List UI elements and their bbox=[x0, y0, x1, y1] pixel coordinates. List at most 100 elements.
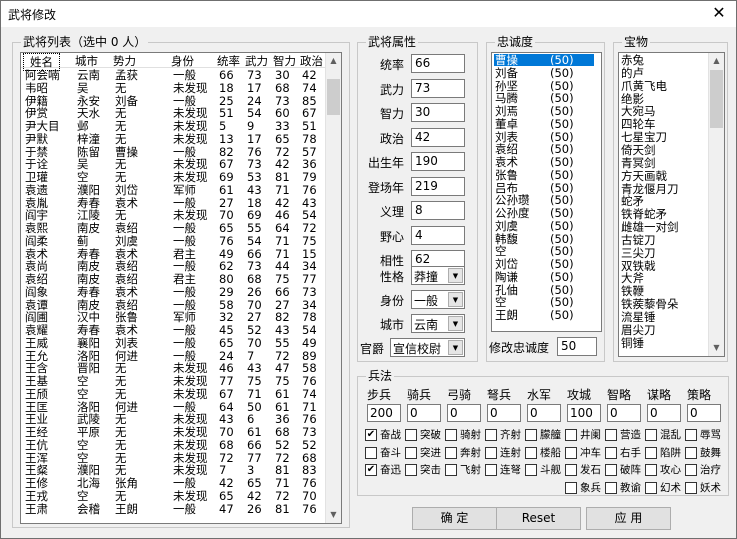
attribute-input[interactable]: 73 bbox=[411, 78, 465, 98]
ok-button[interactable]: 确 定 bbox=[412, 507, 497, 530]
treasure-item[interactable]: 雌雄一对剑 bbox=[621, 221, 679, 233]
treasure-list[interactable]: 赤兔 的卢 爪黄飞电 绝影 大宛马 四轮车 七星宝刀 倚天剑 青冥剑 方天画戟 青龙偃月刀 蛇矛 铁脊蛇… bbox=[618, 52, 725, 357]
loyalty-item[interactable]: 刘表 (50) bbox=[494, 131, 594, 143]
column-header[interactable]: 城市 bbox=[75, 53, 98, 69]
checkbox-box[interactable] bbox=[565, 429, 577, 441]
scroll-down-icon[interactable]: ▼ bbox=[709, 340, 724, 356]
checkbox-box[interactable]: ✔ bbox=[365, 464, 377, 476]
checkbox-box[interactable] bbox=[565, 464, 577, 476]
treasure-item[interactable]: 铁蒺藜骨朵 bbox=[621, 298, 679, 310]
apply-button[interactable]: 应 用 bbox=[586, 507, 671, 530]
troop-input[interactable]: 0 bbox=[687, 404, 721, 422]
loyalty-item[interactable]: 刘备 (50) bbox=[494, 67, 594, 79]
treasure-item[interactable]: 七星宝刀 bbox=[621, 131, 667, 143]
checkbox-box[interactable] bbox=[445, 446, 457, 459]
treasure-item[interactable]: 赤兔 bbox=[621, 54, 644, 66]
chevron-down-icon[interactable]: ▼ bbox=[448, 340, 463, 355]
loyalty-item[interactable]: 吕布 (50) bbox=[494, 182, 594, 194]
treasure-item[interactable]: 青龙偃月刀 bbox=[621, 183, 679, 195]
checkbox-box[interactable] bbox=[445, 464, 457, 476]
attribute-input[interactable]: 66 bbox=[411, 54, 465, 73]
checkbox-box[interactable] bbox=[485, 429, 497, 441]
treasure-item[interactable]: 双铁戟 bbox=[621, 260, 656, 272]
loyalty-item[interactable]: 公孙度 (50) bbox=[494, 207, 594, 219]
column-header[interactable]: 武力 bbox=[245, 53, 268, 69]
chevron-down-icon[interactable]: ▼ bbox=[448, 292, 463, 307]
loyalty-item[interactable]: 王朗 (50) bbox=[494, 309, 594, 321]
attribute-input[interactable]: 42 bbox=[411, 127, 465, 147]
treasure-item[interactable]: 方天画戟 bbox=[621, 170, 667, 182]
treasure-item[interactable]: 铁脊蛇矛 bbox=[621, 208, 667, 220]
checkbox-box[interactable]: ✔ bbox=[365, 429, 377, 441]
troop-input[interactable]: 100 bbox=[567, 404, 601, 422]
checkbox-box[interactable] bbox=[605, 481, 617, 494]
treasure-item[interactable]: 铜锤 bbox=[621, 337, 644, 349]
loyalty-item[interactable]: 董卓 (50) bbox=[494, 118, 594, 130]
treasure-item[interactable]: 铁鞭 bbox=[621, 285, 644, 297]
loyalty-item[interactable]: 曹操 (50) bbox=[494, 54, 594, 66]
checkbox-box[interactable] bbox=[645, 464, 657, 476]
modify-loyalty-input[interactable]: 50 bbox=[557, 337, 597, 356]
scroll-thumb[interactable] bbox=[710, 70, 723, 128]
attribute-input[interactable]: 190 bbox=[411, 152, 465, 171]
treasure-item[interactable]: 大斧 bbox=[621, 272, 644, 285]
troop-input[interactable]: 0 bbox=[647, 404, 681, 422]
checkbox-box[interactable] bbox=[485, 464, 497, 476]
general-list-scrollbar[interactable]: ▲ ▼ bbox=[325, 53, 341, 523]
treasure-item[interactable]: 的卢 bbox=[621, 67, 644, 79]
checkbox-box[interactable] bbox=[645, 446, 657, 459]
checkbox-box[interactable] bbox=[405, 429, 417, 441]
loyalty-item[interactable]: 陶谦 (50) bbox=[494, 271, 594, 283]
troop-input[interactable]: 0 bbox=[607, 404, 641, 422]
treasure-item[interactable]: 青冥剑 bbox=[621, 157, 656, 169]
checkbox-box[interactable] bbox=[405, 446, 417, 459]
treasure-item[interactable]: 三尖刀 bbox=[621, 247, 656, 259]
loyalty-item[interactable]: 马腾 (50) bbox=[494, 92, 594, 104]
checkbox-box[interactable] bbox=[525, 446, 537, 459]
loyalty-item[interactable]: 空 (50) bbox=[494, 296, 594, 308]
checkbox-box[interactable] bbox=[485, 446, 497, 459]
treasure-item[interactable]: 绝影 bbox=[621, 93, 644, 105]
checkbox-box[interactable] bbox=[445, 429, 457, 441]
attribute-input[interactable]: 4 bbox=[411, 225, 465, 245]
checkbox-box[interactable] bbox=[605, 429, 617, 441]
treasure-item[interactable]: 大宛马 bbox=[621, 105, 656, 117]
general-list[interactable]: 姓名 城市 势力 身份 统率 武力 智力 政治 阿会喃 云南 孟获 一般 66 73 30 42 韦昭吴无未发… bbox=[20, 52, 342, 524]
checkbox-box[interactable] bbox=[685, 429, 697, 441]
troop-input[interactable]: 0 bbox=[487, 404, 521, 422]
loyalty-item[interactable]: 孔伷 (50) bbox=[494, 284, 594, 296]
treasure-item[interactable]: 流星锤 bbox=[621, 311, 656, 323]
scroll-up-icon[interactable]: ▲ bbox=[709, 53, 724, 69]
loyalty-item[interactable]: 袁术 (50) bbox=[494, 156, 594, 168]
checkbox-box[interactable] bbox=[605, 464, 617, 476]
treasure-item[interactable]: 四轮车 bbox=[621, 118, 656, 130]
attribute-input[interactable]: 219 bbox=[411, 176, 465, 196]
attribute-dropdown[interactable]: 一般 ▼ bbox=[411, 290, 465, 309]
chevron-down-icon[interactable]: ▼ bbox=[448, 316, 463, 331]
loyalty-item[interactable]: 孙坚 (50) bbox=[494, 80, 594, 92]
checkbox-box[interactable] bbox=[685, 446, 697, 459]
loyalty-item[interactable]: 空 (50) bbox=[494, 245, 594, 257]
checkbox-box[interactable] bbox=[565, 446, 577, 459]
column-header[interactable]: 身份 bbox=[171, 53, 194, 69]
attribute-dropdown[interactable]: 云南 ▼ bbox=[411, 314, 465, 333]
treasure-item[interactable]: 倚天剑 bbox=[621, 144, 656, 156]
attribute-input[interactable]: 8 bbox=[411, 201, 465, 220]
checkbox-box[interactable] bbox=[405, 464, 417, 476]
loyalty-list[interactable]: 曹操 (50) 刘备 (50) 孙坚 (50) 马腾 (50) 刘焉 (50) 董卓 (50) 刘表 (5… bbox=[491, 52, 602, 332]
troop-input[interactable]: 0 bbox=[527, 404, 561, 422]
scroll-thumb[interactable] bbox=[327, 79, 340, 115]
column-header[interactable]: 政治 bbox=[300, 53, 323, 69]
troop-input[interactable]: 0 bbox=[407, 404, 441, 422]
troop-input[interactable]: 200 bbox=[367, 404, 401, 422]
checkbox-box[interactable] bbox=[525, 464, 537, 476]
treasure-item[interactable]: 眉尖刀 bbox=[621, 324, 656, 336]
loyalty-item[interactable]: 韩馥 (50) bbox=[494, 233, 594, 245]
loyalty-item[interactable]: 袁绍 (50) bbox=[494, 143, 594, 155]
attribute-dropdown[interactable]: 莽撞 ▼ bbox=[411, 266, 465, 285]
attribute-dropdown[interactable]: 宣信校尉 ▼ bbox=[390, 338, 465, 357]
close-icon[interactable]: ✕ bbox=[702, 1, 736, 27]
checkbox-box[interactable] bbox=[645, 429, 657, 441]
attribute-input[interactable]: 30 bbox=[411, 103, 465, 122]
treasure-item[interactable]: 爪黄飞电 bbox=[621, 80, 667, 92]
